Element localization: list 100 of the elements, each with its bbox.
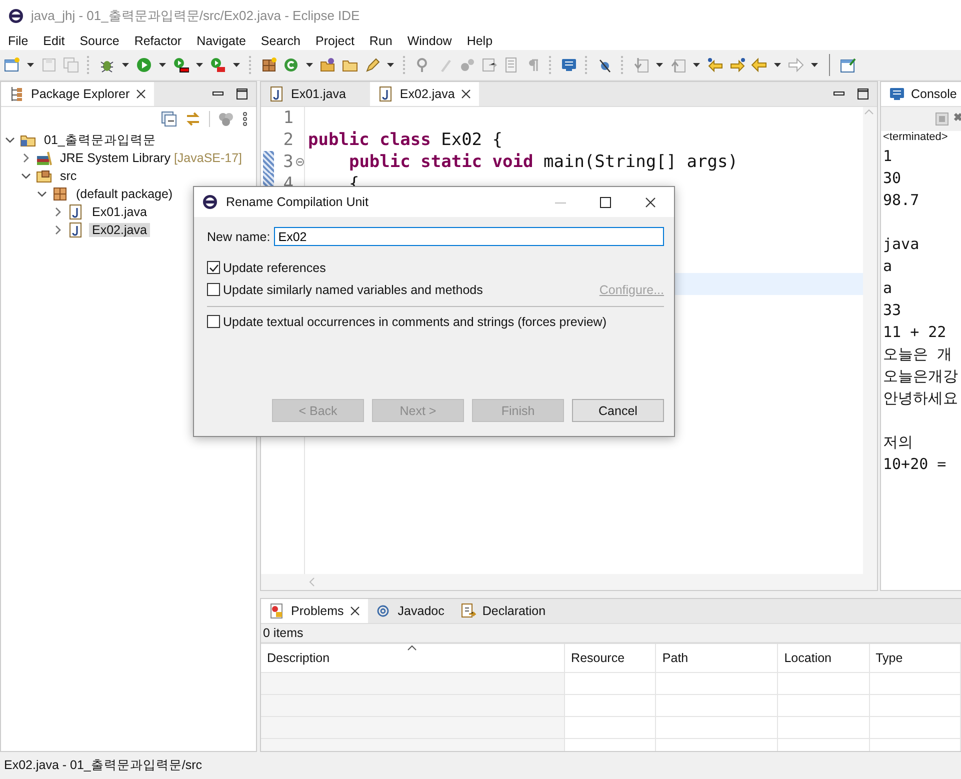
caret-icon[interactable] xyxy=(26,61,35,69)
checkbox[interactable] xyxy=(207,315,220,328)
fold-icon[interactable] xyxy=(296,158,304,166)
no-breakpoint-icon[interactable] xyxy=(597,57,613,73)
collapse-all-icon[interactable] xyxy=(161,111,177,127)
code-line: public class Ex02 { xyxy=(308,129,504,151)
console-line: 오늘은개강 xyxy=(883,366,959,387)
new-file-icon[interactable] xyxy=(4,57,20,73)
checkbox[interactable] xyxy=(207,261,220,274)
caret-icon[interactable] xyxy=(692,61,701,69)
column-header[interactable]: Location xyxy=(778,644,870,672)
console-line: 안녕하세요 xyxy=(883,388,959,409)
tree-item[interactable]: JRE System Library [JavaSE-17] xyxy=(57,151,246,165)
tree-item[interactable]: 01_출력문과입력문 xyxy=(41,132,159,148)
console-line: 10+20 = xyxy=(883,454,948,475)
column-header[interactable]: Type xyxy=(869,644,960,672)
external-tools-icon[interactable] xyxy=(210,57,226,73)
dialog-button[interactable]: Cancel xyxy=(572,399,664,422)
down-arrow-document-icon xyxy=(633,57,649,73)
checkbox[interactable] xyxy=(207,283,220,296)
line-number: 3 xyxy=(283,152,294,172)
stop-icon xyxy=(935,112,949,126)
column-header[interactable]: Path xyxy=(656,644,778,672)
package-folder-icon xyxy=(36,168,52,184)
console-line: 11 + 22 xyxy=(883,322,948,343)
declaration-icon xyxy=(460,603,476,619)
books-icon xyxy=(36,150,52,166)
tree-item[interactable]: Ex01.java xyxy=(89,205,150,219)
close-icon[interactable] xyxy=(136,89,146,99)
tree-item[interactable]: (default package) xyxy=(73,187,176,201)
link-icon[interactable] xyxy=(185,111,201,127)
console-line: 오늘은 개 xyxy=(883,344,954,365)
menu-item[interactable]: Source xyxy=(80,34,120,48)
checkbox-label[interactable]: Update similarly named variables and methods xyxy=(223,282,483,296)
menu-item[interactable]: Help xyxy=(466,34,493,48)
editor-tab[interactable]: Ex02.java xyxy=(370,82,479,106)
right-arrow-star-icon[interactable] xyxy=(729,57,745,73)
java-file-icon xyxy=(68,222,84,238)
java-file-icon xyxy=(269,86,285,102)
save-icon xyxy=(41,57,57,73)
package-icon xyxy=(52,186,68,202)
menu-item[interactable]: Search xyxy=(260,34,301,48)
forward-arrow-icon xyxy=(788,57,804,73)
line-number: 1 xyxy=(283,108,295,128)
column-header[interactable]: Description xyxy=(261,644,565,672)
chevron-right-icon[interactable] xyxy=(21,153,31,163)
more-icon[interactable] xyxy=(242,112,248,126)
view-tab[interactable]: Problems xyxy=(261,599,368,623)
problems-icon xyxy=(269,603,285,619)
console-line: a xyxy=(883,256,894,277)
name-field[interactable]: Ex02 xyxy=(274,227,664,246)
caret-icon[interactable] xyxy=(386,61,395,69)
monitor-icon[interactable] xyxy=(561,57,577,73)
checkbox-label[interactable]: Update textual occurrences in comments and strings (forces preview) xyxy=(223,314,606,328)
caret-icon[interactable] xyxy=(305,61,314,69)
class-icon[interactable] xyxy=(283,57,299,73)
filter-icon xyxy=(218,111,234,127)
checkbox-label[interactable]: Update references xyxy=(223,260,326,274)
close-icon[interactable] xyxy=(350,606,360,616)
console-line: 저의 xyxy=(883,432,914,453)
menu-item[interactable]: Edit xyxy=(43,34,65,48)
menu-item[interactable]: Project xyxy=(316,34,354,48)
item-count: 0 items xyxy=(261,624,961,644)
menu-item[interactable]: Window xyxy=(407,34,452,48)
caret-icon[interactable] xyxy=(195,61,204,69)
coverage-icon[interactable] xyxy=(173,57,189,73)
pencil-icon[interactable] xyxy=(364,57,380,73)
check-icon xyxy=(208,262,218,272)
close-icon[interactable] xyxy=(460,89,471,99)
chevron-down-icon[interactable] xyxy=(5,135,15,145)
tree-item[interactable]: Ex02.java xyxy=(89,223,150,237)
maximize-icon[interactable] xyxy=(857,88,869,100)
column-header[interactable]: Resource xyxy=(564,644,656,672)
menu-item[interactable]: Run xyxy=(369,34,392,48)
caret-icon[interactable] xyxy=(158,61,167,69)
menu-item[interactable]: Navigate xyxy=(196,34,246,48)
document-icon xyxy=(481,57,497,73)
console-line: 33 xyxy=(883,300,902,321)
caret-icon[interactable] xyxy=(773,61,782,69)
up-arrow-document-icon xyxy=(670,57,686,73)
maximize-icon[interactable] xyxy=(600,196,611,208)
java-file-icon xyxy=(378,86,394,102)
status-text: Ex02.java - 01_출력문과입력문/src xyxy=(4,757,202,774)
menu-item[interactable]: File xyxy=(8,34,28,48)
window-pin-icon[interactable] xyxy=(840,57,856,73)
maximize-icon[interactable] xyxy=(236,88,248,100)
caret-icon[interactable] xyxy=(655,61,664,69)
close-icon[interactable] xyxy=(645,196,656,208)
caret-icon[interactable] xyxy=(121,61,130,69)
console-line: 98.7 xyxy=(883,190,920,211)
menu-item[interactable]: Refactor xyxy=(134,34,182,48)
console-line: java xyxy=(883,234,920,255)
back-arrow-icon[interactable] xyxy=(751,57,767,73)
console-line: a xyxy=(883,278,894,299)
caret-icon[interactable] xyxy=(232,61,241,69)
run-icon[interactable] xyxy=(136,57,152,73)
console-line: 30 xyxy=(883,168,902,189)
left-arrow-star-icon[interactable] xyxy=(707,57,723,73)
tree-item[interactable]: src xyxy=(57,169,80,183)
caret-icon[interactable] xyxy=(810,61,819,69)
